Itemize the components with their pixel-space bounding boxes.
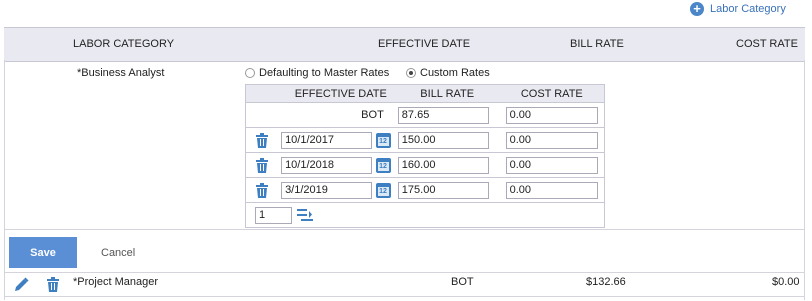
radio-custom-rates[interactable]: Custom Rates [406,67,490,79]
rate-row: 10/1/2017 12 150.00 0.00 [245,127,605,153]
trash-icon[interactable] [255,182,269,198]
rates-header-bill-rate: BILL RATE [394,84,500,103]
rates-header-row: EFFECTIVE DATE BILL RATE COST RATE [245,84,605,103]
table-right-border [804,60,805,300]
radio-master-indicator[interactable] [245,68,255,78]
add-rows-row: 1 [245,202,605,228]
rates-header-cost-rate: COST RATE [499,84,605,103]
rate-row: 10/1/2018 12 160.00 0.00 [245,152,605,178]
divider [4,229,805,230]
calendar-icon[interactable]: 12 [376,157,392,173]
editing-category-name: *Business Analyst [77,67,165,79]
header-labor-category: LABOR CATEGORY [73,38,175,50]
cost-rate-input[interactable]: 0.00 [505,156,598,174]
bot-bill-rate-input[interactable]: 87.65 [397,106,489,124]
bill-rate-input[interactable]: 150.00 [397,131,489,149]
cost-rate-input[interactable]: 0.00 [505,131,598,149]
effective-date-input[interactable]: 10/1/2017 [281,131,373,149]
row-effective-date: BOT [451,276,474,288]
calendar-icon[interactable]: 12 [376,132,392,148]
table-row: *Project Manager BOT $132.66 $0.00 [0,273,812,296]
add-rows-count-input[interactable]: 1 [255,206,292,224]
cancel-button[interactable]: Cancel [101,247,135,259]
rate-row: 3/1/2019 12 175.00 0.00 [245,177,605,203]
rates-header-effective-date: EFFECTIVE DATE [245,84,395,103]
effective-date-input[interactable]: 10/1/2018 [281,156,373,174]
bill-rate-input[interactable]: 160.00 [397,156,489,174]
save-button[interactable]: Save [9,237,77,268]
trash-icon[interactable] [255,132,269,148]
table-left-border [4,60,5,300]
bot-cost-rate-input[interactable]: 0.00 [505,106,598,124]
divider [4,296,805,297]
table-header: LABOR CATEGORY EFFECTIVE DATE BILL RATE … [4,27,805,62]
bot-label: BOT [361,109,384,121]
trash-icon[interactable] [255,157,269,173]
add-labor-category-link[interactable]: + Labor Category [690,1,786,17]
radio-custom-indicator[interactable] [406,68,416,78]
effective-date-input[interactable]: 3/1/2019 [281,181,373,199]
rates-bot-row: BOT 87.65 0.00 [246,103,605,128]
radio-master-rates[interactable]: Defaulting to Master Rates [245,67,389,79]
header-effective-date: EFFECTIVE DATE [378,38,471,50]
trash-icon[interactable] [46,277,60,292]
add-labor-category-label: Labor Category [710,3,786,15]
pencil-icon[interactable] [14,277,29,292]
custom-rates-table: EFFECTIVE DATE BILL RATE COST RATE BOT 8… [245,84,605,228]
header-bill-rate: BILL RATE [570,38,624,50]
radio-custom-label: Custom Rates [420,67,490,79]
radio-master-label: Defaulting to Master Rates [259,67,390,79]
row-category: *Project Manager [73,276,158,288]
row-bill-rate: $132.66 [586,276,626,288]
plus-circle-icon: + [690,2,704,16]
add-rows-icon[interactable] [297,208,314,222]
row-cost-rate: $0.00 [772,276,800,288]
header-cost-rate: COST RATE [736,38,798,50]
calendar-icon[interactable]: 12 [376,182,392,198]
bill-rate-input[interactable]: 175.00 [397,181,489,199]
cost-rate-input[interactable]: 0.00 [505,181,598,199]
